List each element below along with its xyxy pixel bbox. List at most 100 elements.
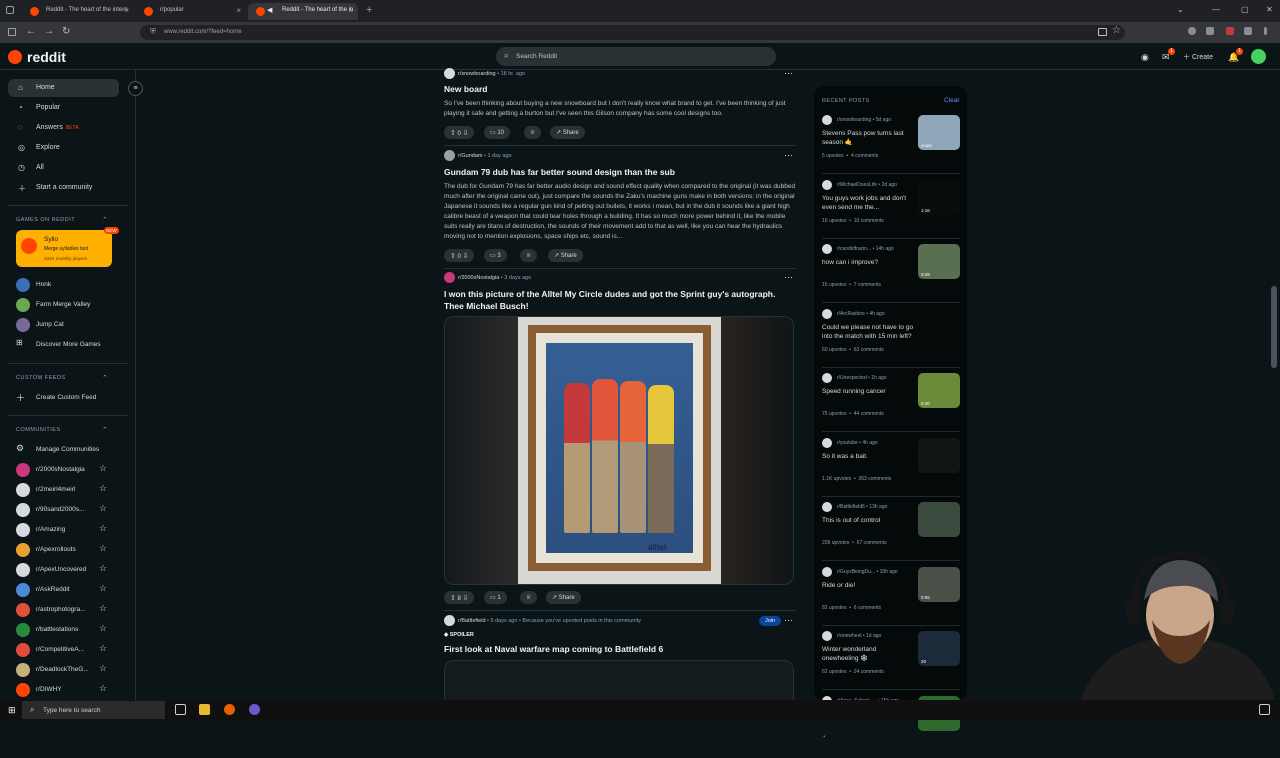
upvote-icon[interactable]: ⇧: [450, 130, 456, 137]
collapse-sidebar-button[interactable]: ≡: [128, 81, 143, 96]
subreddit-link[interactable]: r/Gundam: [458, 153, 482, 159]
tab-list-icon[interactable]: ⌄: [1177, 5, 1184, 14]
reddit-logo-icon[interactable]: [8, 50, 22, 64]
game-item-honk[interactable]: Honk: [16, 277, 128, 293]
close-window-icon[interactable]: ✕: [1266, 5, 1273, 14]
recent-post-thumbnail[interactable]: 0:30: [918, 373, 960, 408]
recent-post[interactable]: r/Battlefield6 • 13h ago This is out of c…: [822, 502, 962, 564]
favorite-star-icon[interactable]: ☆: [99, 683, 107, 694]
menu-icon[interactable]: [1264, 27, 1267, 35]
post-body[interactable]: The dub for Gundam 79 has far better aud…: [444, 182, 796, 242]
post-body[interactable]: So I've been thinking about buying a new…: [444, 99, 796, 119]
sidebar-item-start-community[interactable]: ＋ Start a community: [8, 179, 119, 197]
subreddit-avatar[interactable]: [444, 68, 455, 79]
vote-control[interactable]: ⇧ 0 ⇩: [444, 249, 475, 262]
subreddit-link[interactable]: r/2000sNostalgia: [458, 275, 499, 281]
minimize-icon[interactable]: —: [1212, 5, 1220, 14]
close-tab-icon[interactable]: ×: [348, 6, 353, 15]
extension-icon[interactable]: [1206, 27, 1214, 35]
game-item-jump-cat[interactable]: Jump Cat: [16, 317, 128, 333]
sidebar-community-item[interactable]: r/astrophotogra... ☆: [16, 602, 128, 618]
award-button[interactable]: ♕: [520, 249, 538, 262]
communities-section-header[interactable]: COMMUNITIES ⌃: [16, 427, 108, 434]
browser-tab-3[interactable]: ◀ Reddit - The heart of the in ×: [248, 3, 358, 20]
sidebar-community-item[interactable]: r/Amazing ☆: [16, 522, 128, 538]
recent-post[interactable]: r/MichaelDoesLife • 2d ago You guys work …: [822, 179, 962, 242]
obs-icon[interactable]: [249, 704, 260, 715]
custom-feeds-section-header[interactable]: CUSTOM FEEDS ⌃: [16, 375, 108, 382]
share-button[interactable]: ↗ Share: [550, 126, 585, 139]
share-button[interactable]: ↗ Share: [546, 591, 581, 604]
recent-post-thumbnail[interactable]: [918, 502, 960, 537]
share-button[interactable]: ↗ Share: [548, 249, 583, 262]
favorite-star-icon[interactable]: ☆: [99, 503, 107, 514]
post-image[interactable]: alltel: [444, 316, 794, 585]
sidebar-community-item[interactable]: r/battlestations ☆: [16, 622, 128, 638]
subreddit-avatar[interactable]: [444, 272, 455, 283]
bookmark-star-icon[interactable]: ☆: [1112, 25, 1121, 36]
post-menu-icon[interactable]: ⋯: [784, 615, 793, 626]
comments-button[interactable]: ▭ 1: [484, 591, 507, 604]
recent-post-title[interactable]: Winter wonderland onewheeling ❄️: [822, 645, 914, 663]
favorite-star-icon[interactable]: ☆: [99, 543, 107, 554]
browser-tab-1[interactable]: Reddit - The heart of the intern ×: [22, 3, 134, 20]
tab-actions-icon[interactable]: [6, 6, 14, 14]
games-section-header[interactable]: GAMES ON REDDIT ⌃: [16, 217, 108, 224]
vote-control[interactable]: ⇧ 8 ⇩: [444, 591, 475, 604]
recent-post-thumbnail[interactable]: 0:55: [918, 566, 960, 602]
recent-post-thumbnail[interactable]: 0:49: [918, 244, 960, 279]
post-media-preview[interactable]: [444, 660, 794, 700]
extension-icon[interactable]: [1188, 27, 1196, 35]
sidebar-community-item[interactable]: r/ApexUncovered ☆: [16, 562, 128, 578]
recent-post-title[interactable]: So it was a bait.: [822, 452, 914, 461]
favorite-star-icon[interactable]: ☆: [99, 563, 107, 574]
recent-post-thumbnail[interactable]: 1:16: [918, 179, 960, 215]
create-custom-feed[interactable]: ＋ Create Custom Feed: [16, 390, 128, 406]
recent-post-title[interactable]: Stevens Pass pow turns last season 🤙: [822, 129, 914, 147]
game-item-farm-merge-valley[interactable]: Farm Merge Valley: [16, 297, 128, 313]
recent-post[interactable]: r/youtube • 4h ago So it was a bait. 1.1K …: [822, 437, 962, 500]
sidebar-community-item[interactable]: r/2000sNostalgia ☆: [16, 462, 128, 478]
recent-post-thumbnail[interactable]: youtu: [918, 115, 960, 150]
recent-post[interactable]: r/onewheel • 1d ago Winter wonderland one…: [822, 631, 962, 693]
recent-post-title[interactable]: Ride or die!: [822, 581, 914, 590]
award-button[interactable]: ♕: [524, 126, 542, 139]
post-title[interactable]: Gundam 79 dub has far better sound desig…: [444, 166, 796, 178]
recent-post[interactable]: r/GuysBeingDu... • 10h ago Ride or die! 82…: [822, 566, 962, 629]
task-view-icon[interactable]: [175, 704, 186, 715]
sidebar-item-popular[interactable]: ◔ Popular: [8, 99, 119, 117]
user-avatar[interactable]: [1251, 49, 1266, 64]
post-menu-icon[interactable]: ⋯: [784, 272, 793, 283]
post-menu-icon[interactable]: ⋯: [784, 150, 793, 161]
post-title[interactable]: New board: [444, 83, 796, 95]
close-tab-icon[interactable]: ×: [236, 6, 241, 15]
page-scrollbar[interactable]: [1271, 286, 1277, 368]
subreddit-link[interactable]: r/snowboarding: [458, 71, 496, 77]
recent-post[interactable]: r/ArcRaiders • 4h ago Could we please not…: [822, 308, 962, 371]
recent-post-title[interactable]: Could we please not have to go into the …: [822, 323, 914, 341]
sidebar-community-item[interactable]: r/Apexrollouts ☆: [16, 542, 128, 558]
recent-post[interactable]: r/snowboarding • 5d ago Stevens Pass pow …: [822, 115, 962, 177]
windows-start-icon[interactable]: ⊞: [8, 705, 16, 716]
downvote-icon[interactable]: ⇩: [463, 253, 469, 260]
restore-icon[interactable]: ▢: [1241, 5, 1249, 14]
new-tab-button[interactable]: +: [366, 4, 372, 16]
notification-center-icon[interactable]: [1259, 704, 1270, 715]
recent-post-thumbnail[interactable]: 20: [918, 631, 960, 666]
recent-post-title[interactable]: Speed running cancer: [822, 387, 914, 396]
reload-icon[interactable]: ↻: [62, 26, 70, 37]
sidebar-toggle-icon[interactable]: [8, 28, 16, 36]
favorite-star-icon[interactable]: ☆: [99, 463, 107, 474]
post-title[interactable]: First look at Naval warfare map coming t…: [444, 643, 796, 655]
upvote-icon[interactable]: ⇧: [450, 595, 456, 602]
recent-post-title[interactable]: This is out of control: [822, 516, 914, 525]
extension-icon[interactable]: [1244, 27, 1252, 35]
manage-communities[interactable]: ⚙ Manage Communities: [16, 442, 128, 458]
favorite-star-icon[interactable]: ☆: [99, 583, 107, 594]
sidebar-community-item[interactable]: r/2meirl4meirl ☆: [16, 482, 128, 498]
forward-icon[interactable]: →: [44, 26, 54, 37]
upvote-icon[interactable]: ⇧: [450, 253, 456, 260]
favorite-star-icon[interactable]: ☆: [99, 603, 107, 614]
join-button[interactable]: Join: [759, 616, 782, 626]
favorite-star-icon[interactable]: ☆: [99, 643, 107, 654]
